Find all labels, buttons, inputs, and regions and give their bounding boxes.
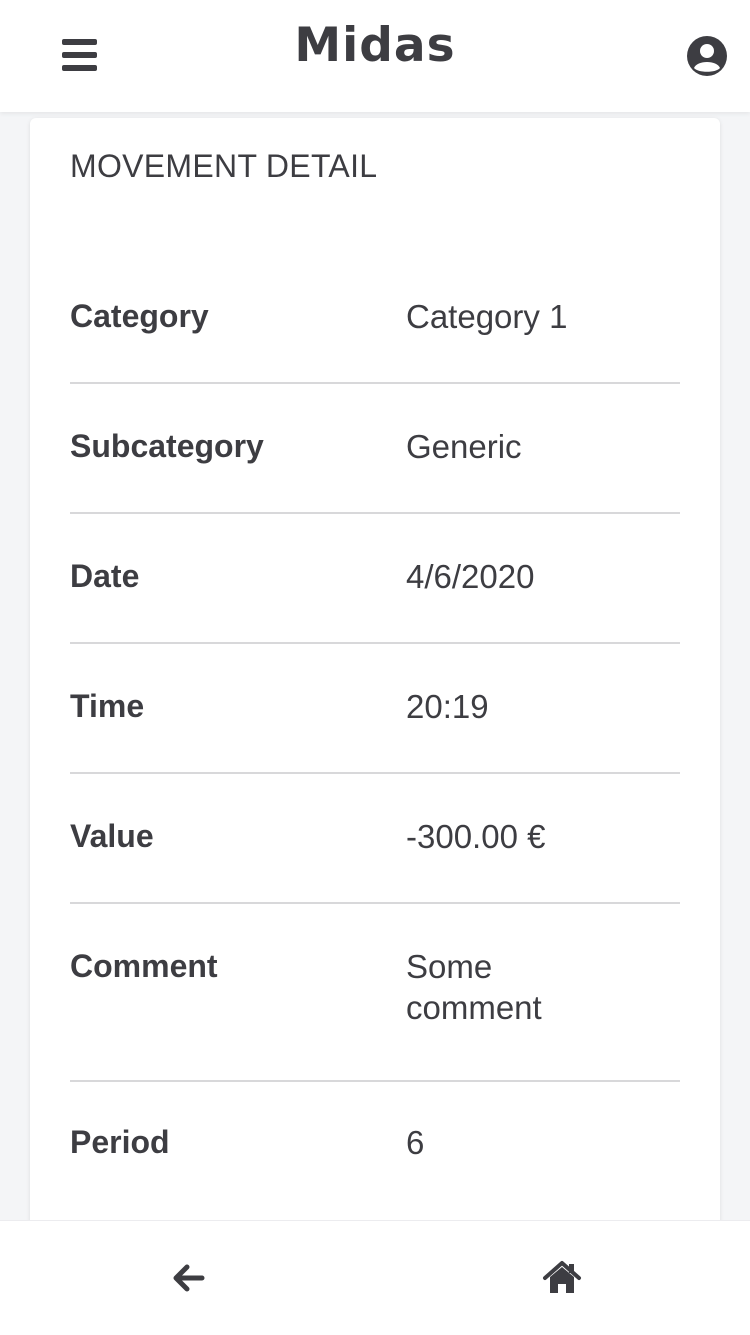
detail-row-subcategory: Subcategory Generic [70, 384, 680, 514]
back-arrow-icon[interactable] [168, 1258, 208, 1298]
detail-row-date: Date 4/6/2020 [70, 514, 680, 644]
period-value: 6 [406, 1124, 425, 1161]
detail-row-time: Time 20:19 [70, 644, 680, 774]
value-label: Value [70, 818, 154, 854]
comment-label: Comment [70, 948, 218, 984]
subcategory-label: Subcategory [70, 428, 264, 464]
bottom-nav-bar [0, 1220, 750, 1335]
detail-row-period: Period 6 [70, 1082, 680, 1182]
app-title: Midas [294, 18, 456, 73]
card-title: MOVEMENT DETAIL [70, 148, 378, 184]
movement-detail-card: MOVEMENT DETAIL Category Category 1 Subc… [30, 118, 720, 1238]
category-value: Category 1 [406, 298, 568, 335]
date-label: Date [70, 558, 140, 594]
date-value: 4/6/2020 [406, 558, 535, 595]
top-app-bar: Midas [0, 0, 750, 112]
comment-value: Some comment [406, 948, 542, 1026]
time-value: 20:19 [406, 688, 489, 725]
subcategory-value: Generic [406, 428, 522, 465]
user-account-icon[interactable] [686, 35, 728, 77]
category-label: Category [70, 298, 209, 334]
home-icon[interactable] [542, 1258, 582, 1298]
time-label: Time [70, 688, 145, 724]
detail-row-value: Value -300.00 € [70, 774, 680, 904]
detail-row-category: Category Category 1 [70, 278, 680, 384]
period-label: Period [70, 1124, 170, 1160]
amount-value: -300.00 € [406, 818, 546, 855]
detail-row-comment: Comment Some comment [70, 904, 680, 1082]
